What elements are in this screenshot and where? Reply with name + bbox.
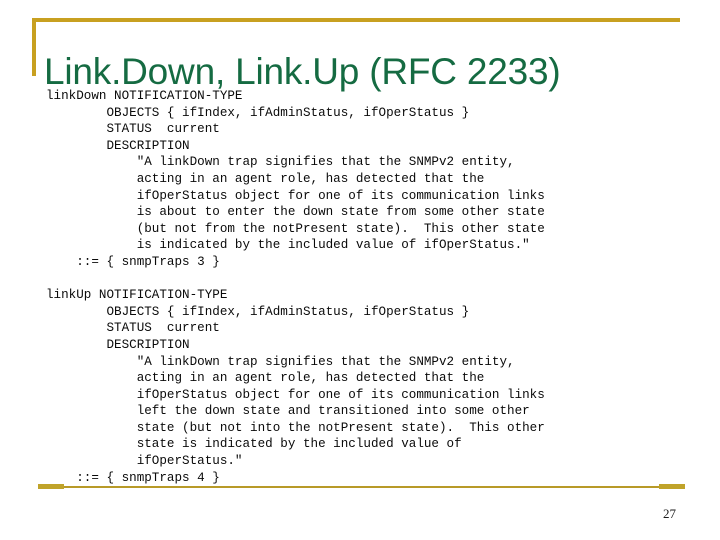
- code-line: ifOperStatus object for one of its commu…: [46, 387, 545, 402]
- page-number: 27: [663, 506, 676, 521]
- code-block-linkUp: linkUp NOTIFICATION-TYPE OBJECTS { ifInd…: [46, 287, 706, 486]
- code-line: DESCRIPTION: [46, 138, 190, 153]
- code-line: left the down state and transitioned int…: [46, 404, 530, 419]
- slide-canvas: Link.Down, Link.Up (RFC 2233) linkDown N…: [0, 0, 720, 540]
- title-top-rule: [32, 18, 680, 22]
- code-line: ifOperStatus object for one of its commu…: [46, 188, 545, 203]
- code-line: "A linkDown trap signifies that the SNMP…: [46, 354, 515, 369]
- code-block-linkDown: linkDown NOTIFICATION-TYPE OBJECTS { ifI…: [46, 88, 706, 271]
- footer-rule: [38, 486, 685, 488]
- code-line: state (but not into the notPresent state…: [46, 420, 545, 435]
- code-line: "A linkDown trap signifies that the SNMP…: [46, 155, 515, 170]
- footer-rule-left-cap: [38, 484, 64, 489]
- code-line: linkUp NOTIFICATION-TYPE: [46, 288, 228, 303]
- code-line: acting in an agent role, has detected th…: [46, 371, 485, 386]
- code-line: linkDown NOTIFICATION-TYPE: [46, 89, 243, 103]
- code-line: (but not from the notPresent state). Thi…: [46, 221, 545, 236]
- code-line: acting in an agent role, has detected th…: [46, 171, 485, 186]
- code-listing: linkDown NOTIFICATION-TYPE OBJECTS { ifI…: [46, 88, 706, 486]
- code-line: STATUS current: [46, 122, 220, 137]
- code-line: OBJECTS { ifIndex, ifAdminStatus, ifOper…: [46, 105, 470, 120]
- code-line: DESCRIPTION: [46, 337, 190, 352]
- footer-rule-right-cap: [659, 484, 685, 489]
- code-line: OBJECTS { ifIndex, ifAdminStatus, ifOper…: [46, 304, 470, 319]
- code-line: ifOperStatus.": [46, 454, 243, 469]
- code-line: ::= { snmpTraps 3 }: [46, 254, 220, 269]
- code-line: state is indicated by the included value…: [46, 437, 462, 452]
- code-line: is about to enter the down state from so…: [46, 205, 545, 220]
- code-line: is indicated by the included value of if…: [46, 238, 530, 253]
- title-left-accent-bar: [32, 18, 36, 76]
- code-line: STATUS current: [46, 321, 220, 336]
- code-line: ::= { snmpTraps 4 }: [46, 470, 220, 485]
